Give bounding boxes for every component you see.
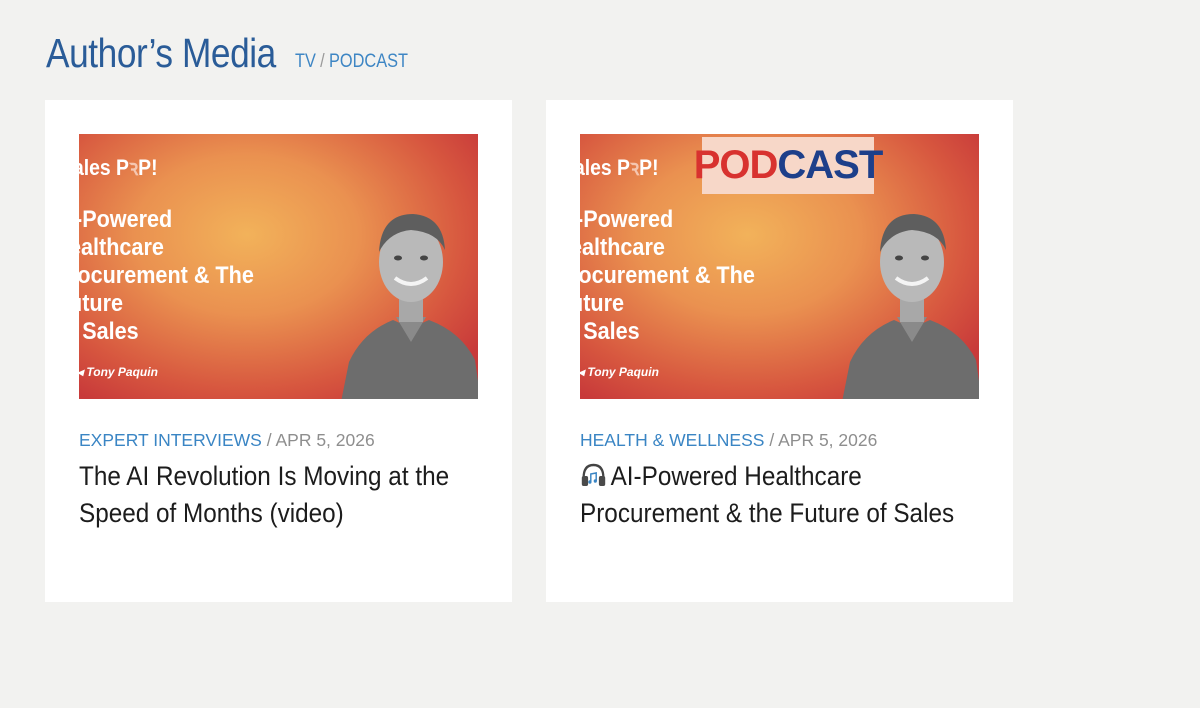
thumbnail-brand: ales PꝛP! (79, 155, 158, 180)
meta-separator: / (769, 430, 775, 450)
presenter-portrait (842, 214, 979, 399)
headphones-icon (581, 463, 606, 486)
post-meta: HEALTH & WELLNESS / APR 5, 2026 (580, 430, 877, 451)
thumbnail-brand: ales PꝛP! (580, 155, 659, 180)
post-meta: EXPERT INTERVIEWS / APR 5, 2026 (79, 430, 375, 451)
post-date: APR 5, 2026 (778, 430, 878, 450)
podcast-badge: POD CAST (694, 137, 883, 194)
media-card[interactable]: ales PꝛP! I-Powered ealthcare rocurement… (45, 100, 512, 602)
subnav-separator: / (320, 51, 325, 72)
category-link[interactable]: HEALTH & WELLNESS (580, 430, 764, 450)
podcast-thumbnail[interactable]: ales PꝛP! PODCAST I-Powered ealthcare ro… (580, 134, 979, 399)
thumbnail-headline: I-Powered ealthcare rocurement & The utu… (580, 206, 755, 345)
podcast-link[interactable]: PODCAST (329, 51, 408, 72)
media-subnav: TV / PODCAST (295, 51, 408, 73)
thumbnail-headline: I-Powered ealthcare rocurement & The utu… (79, 206, 254, 345)
meta-separator: / (266, 430, 272, 450)
media-card[interactable]: ales PꝛP! PODCAST I-Powered ealthcare ro… (546, 100, 1013, 602)
video-thumbnail[interactable]: ales PꝛP! I-Powered ealthcare rocurement… (79, 134, 478, 399)
thumbnail-byline: ◂ Tony Paquin (79, 365, 158, 379)
post-title-link[interactable]: The AI Revolution Is Moving at the Speed… (79, 458, 475, 532)
thumbnail-byline: ◂ Tony Paquin (580, 365, 659, 379)
category-link[interactable]: EXPERT INTERVIEWS (79, 430, 262, 450)
section-header: Author’s Media TV / PODCAST (46, 30, 427, 77)
section-title: Author’s Media (46, 30, 276, 76)
post-title-link[interactable]: AI-Powered Healthcare Procurement & the … (580, 458, 976, 532)
post-date: APR 5, 2026 (275, 430, 375, 450)
tv-link[interactable]: TV (295, 51, 316, 72)
presenter-portrait (341, 214, 478, 399)
